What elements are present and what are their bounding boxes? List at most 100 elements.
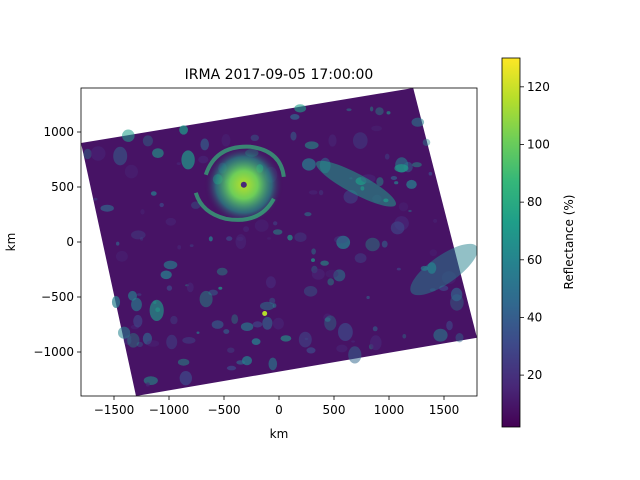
- cloud-patch: [304, 337, 309, 341]
- figure: IRMA 2017-09-05 17:00:00 −1500 −1000 −500 0…: [4, 57, 576, 441]
- cloud-patch: [272, 303, 277, 308]
- cloud-patch: [396, 267, 401, 271]
- cloud-patch: [375, 107, 384, 116]
- cloud-patch: [235, 234, 247, 250]
- satellite-swath: [81, 88, 477, 396]
- cloud-patch: [422, 138, 431, 146]
- x-tick-label: 0: [275, 403, 283, 417]
- plot-area: [80, 87, 478, 397]
- cloud-patch: [311, 258, 315, 262]
- cloud-patch: [348, 346, 362, 364]
- cloud-patch: [351, 340, 355, 343]
- cloud-patch: [267, 237, 271, 240]
- y-tick-label: 1000: [43, 125, 74, 139]
- cloud-patch: [131, 297, 142, 312]
- cloud-patch: [365, 237, 380, 252]
- cloud-patch: [318, 190, 324, 196]
- cloud-patch: [223, 329, 230, 334]
- cloud-patch: [272, 317, 284, 330]
- cloud-patch: [381, 240, 388, 248]
- cloud-patch: [262, 316, 273, 330]
- cloud-patch: [370, 335, 382, 351]
- cloud-patch: [231, 314, 239, 324]
- cloud-patch: [165, 217, 176, 226]
- cloud-patch: [338, 323, 353, 341]
- cloud-patch: [149, 299, 164, 321]
- cloud-patch: [226, 365, 237, 371]
- x-tick-label: −500: [208, 403, 241, 417]
- cloud-patch: [386, 111, 391, 115]
- cloud-patch: [433, 328, 448, 342]
- cloud-patch: [353, 132, 368, 150]
- cloud-patch: [376, 177, 384, 187]
- cloud-patch: [450, 287, 463, 302]
- cloud-patch: [127, 333, 140, 348]
- hurricane-eye: [240, 181, 247, 188]
- cloud-patch: [390, 221, 405, 235]
- colorbar-tick-label: 40: [527, 310, 542, 324]
- cloud-patch: [273, 229, 283, 235]
- cloud-patch: [371, 125, 382, 132]
- y-tick-label: −1000: [33, 345, 74, 359]
- colorbar-tick-label: 120: [527, 80, 550, 94]
- cloud-patch: [446, 320, 453, 331]
- cloud-patch: [369, 106, 374, 112]
- cloud-patch: [226, 236, 233, 241]
- cloud-patch: [133, 314, 143, 328]
- cloud-patch: [216, 267, 228, 276]
- cloud-patch: [294, 104, 307, 113]
- cloud-patch: [115, 250, 128, 262]
- cloud-patch: [186, 282, 194, 293]
- swath-polygon: [81, 88, 477, 396]
- cloud-patch: [302, 158, 316, 171]
- cloud-patch: [93, 197, 98, 201]
- cloud-patch: [327, 278, 335, 286]
- cloud-patch: [211, 320, 224, 329]
- x-axis-ticks: −1500 −1000 −500 0 500 1000 1500: [94, 396, 460, 417]
- cloud-patch: [152, 148, 164, 159]
- x-tick-label: −1000: [149, 403, 190, 417]
- cloud-patch: [198, 155, 209, 164]
- x-axis-label: km: [270, 427, 289, 441]
- cloud-patch: [181, 150, 195, 170]
- cloud-patch: [199, 290, 213, 308]
- cloud-patch: [311, 268, 325, 280]
- cloud-patch: [242, 356, 252, 366]
- cloud-patch: [240, 322, 254, 332]
- cloud-patch: [429, 249, 437, 257]
- x-tick-label: 1500: [429, 403, 460, 417]
- cloud-patch: [336, 344, 348, 353]
- cloud-patch: [273, 221, 278, 226]
- cloud-patch: [252, 321, 263, 328]
- cloud-patch: [221, 134, 231, 147]
- cloud-patch: [146, 340, 160, 347]
- cloud-patch: [354, 253, 367, 264]
- cloud-patch: [334, 235, 348, 244]
- cloud-patch: [250, 134, 259, 141]
- cloud-patch: [166, 334, 178, 350]
- y-axis-label: km: [4, 233, 18, 252]
- cloud-patch: [320, 260, 329, 266]
- cloud-patch: [287, 234, 293, 241]
- cloud-patch: [398, 202, 409, 212]
- chart-title: IRMA 2017-09-05 17:00:00: [185, 67, 374, 83]
- colorbar-label: Reflectance (%): [562, 195, 576, 290]
- colorbar-fill: [502, 58, 520, 427]
- cloud-patch: [122, 129, 135, 142]
- cloud-patch: [177, 245, 182, 250]
- colorbar-ticks: 20 40 60 80 100 120: [520, 80, 550, 382]
- cloud-patch: [306, 347, 316, 354]
- colorbar-tick-label: 80: [527, 195, 542, 209]
- cloud-patch: [189, 244, 194, 248]
- cloud-patch: [372, 326, 378, 332]
- x-tick-label: 1000: [374, 403, 405, 417]
- cloud-patch: [140, 209, 145, 215]
- cloud-patch: [324, 315, 337, 331]
- cloud-patch: [406, 179, 417, 189]
- cloud-patch: [366, 295, 370, 300]
- cloud-patch: [218, 286, 223, 290]
- cloud-patch: [290, 114, 300, 120]
- cloud-patch: [90, 146, 106, 161]
- cloud-patch: [145, 382, 150, 387]
- cloud-patch: [179, 371, 192, 386]
